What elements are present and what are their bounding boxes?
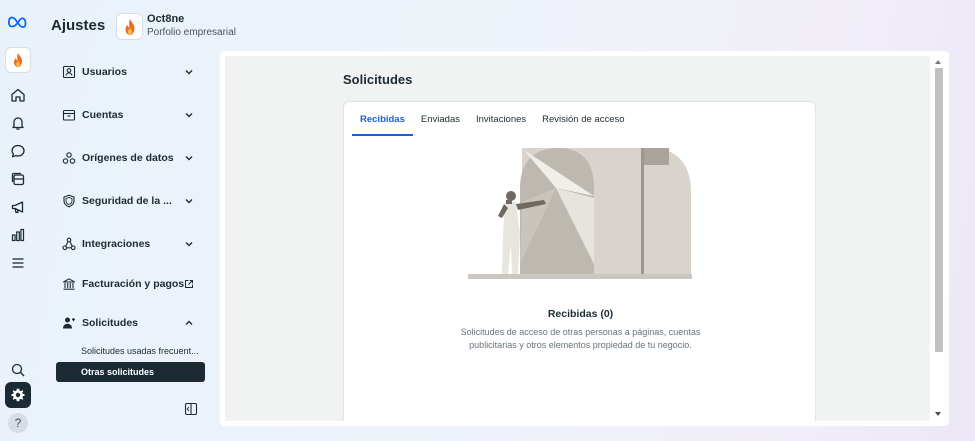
content-button[interactable] bbox=[5, 166, 31, 192]
bell-icon bbox=[12, 117, 24, 130]
gear-icon bbox=[11, 388, 25, 402]
portfolio-name[interactable]: Oct8ne bbox=[147, 13, 184, 25]
tab-invitaciones[interactable]: Invitaciones bbox=[468, 113, 534, 135]
messages-button[interactable] bbox=[5, 138, 31, 164]
bank-icon bbox=[62, 277, 76, 291]
submenu-item-otras-solicitudes[interactable]: Otras solicitudes bbox=[56, 362, 205, 382]
menu-item-facturacion-y-pagos[interactable]: Facturación y pagos bbox=[56, 269, 206, 299]
menu-item-solicitudes[interactable]: Solicitudes bbox=[56, 308, 206, 338]
menu-item-origenes-de-datos[interactable]: Orígenes de datos bbox=[56, 143, 206, 173]
scrollbar[interactable] bbox=[930, 56, 944, 421]
menu-item-label: Orígenes de datos bbox=[82, 152, 174, 164]
flame-icon bbox=[14, 53, 22, 67]
chevron-down-icon bbox=[184, 67, 194, 77]
home-icon bbox=[11, 88, 25, 102]
users-icon bbox=[62, 65, 76, 79]
menu-item-label: Usuarios bbox=[82, 66, 127, 78]
search-button[interactable] bbox=[5, 357, 31, 383]
search-icon bbox=[11, 363, 25, 377]
section-title: Solicitudes bbox=[343, 72, 413, 87]
collapse-sidebar-icon[interactable] bbox=[184, 402, 198, 416]
meta-logo-icon[interactable] bbox=[7, 14, 29, 30]
menu-item-cuentas[interactable]: Cuentas bbox=[56, 100, 206, 130]
stacked-pages-icon bbox=[11, 172, 25, 186]
integrations-icon bbox=[62, 237, 76, 251]
menu-item-usuarios[interactable]: Usuarios bbox=[56, 57, 206, 87]
empty-state-title: Recibidas (0) bbox=[547, 308, 614, 320]
menu-item-integraciones[interactable]: Integraciones bbox=[56, 229, 206, 259]
menu-item-label: Facturación y pagos bbox=[82, 278, 184, 290]
tabs: Recibidas Enviadas Invitaciones Revisión… bbox=[352, 113, 633, 136]
scroll-down-arrow-icon[interactable] bbox=[933, 410, 943, 418]
scroll-up-arrow-icon[interactable] bbox=[933, 58, 943, 66]
empty-state-description: Solicitudes de acceso de otras personas … bbox=[460, 327, 701, 350]
home-button[interactable] bbox=[5, 82, 31, 108]
bar-chart-icon bbox=[11, 228, 25, 242]
menu-item-label: Solicitudes bbox=[82, 317, 139, 329]
scrollbar-thumb[interactable] bbox=[935, 68, 943, 352]
hamburger-menu-icon bbox=[12, 258, 24, 268]
portfolio-avatar[interactable] bbox=[116, 13, 143, 40]
chevron-down-icon bbox=[184, 239, 194, 249]
tab-revision-de-acceso[interactable]: Revisión de acceso bbox=[534, 113, 632, 135]
flame-icon bbox=[125, 18, 134, 35]
external-link-icon bbox=[184, 279, 194, 289]
megaphone-icon bbox=[11, 201, 24, 214]
shield-icon bbox=[62, 194, 76, 208]
ads-button[interactable] bbox=[5, 194, 31, 220]
notifications-button[interactable] bbox=[5, 110, 31, 136]
settings-button[interactable] bbox=[5, 382, 31, 408]
left-rail: ? bbox=[0, 0, 36, 441]
question-mark-icon: ? bbox=[8, 413, 28, 433]
chevron-up-icon bbox=[184, 318, 194, 328]
data-sources-icon bbox=[62, 151, 76, 165]
menu-item-label: Cuentas bbox=[82, 109, 124, 121]
chat-bubble-icon bbox=[11, 144, 25, 158]
all-tools-button[interactable] bbox=[5, 250, 31, 276]
tab-recibidas[interactable]: Recibidas bbox=[352, 113, 413, 136]
chevron-down-icon bbox=[184, 153, 194, 163]
menu-item-seguridad[interactable]: Seguridad de la ... bbox=[56, 186, 206, 216]
main-panel: Solicitudes Recibidas Enviadas Invitacio… bbox=[220, 51, 949, 426]
business-portfolio-button[interactable] bbox=[5, 47, 31, 73]
menu-item-label: Seguridad de la ... bbox=[82, 195, 172, 207]
requests-card: Recibidas Enviadas Invitaciones Revisión… bbox=[343, 101, 816, 421]
submenu-item-solicitudes-frecuentes[interactable]: Solicitudes usadas frecuent... bbox=[56, 341, 205, 361]
chevron-down-icon bbox=[184, 196, 194, 206]
content-area: Solicitudes Recibidas Enviadas Invitacio… bbox=[225, 56, 930, 421]
accounts-icon bbox=[62, 108, 76, 122]
page-title: Ajustes bbox=[51, 17, 106, 34]
insights-button[interactable] bbox=[5, 222, 31, 248]
portfolio-type: Porfolio empresarial bbox=[147, 27, 236, 38]
chevron-down-icon bbox=[184, 110, 194, 120]
requests-icon bbox=[62, 316, 76, 330]
tab-enviadas[interactable]: Enviadas bbox=[413, 113, 468, 135]
help-button[interactable]: ? bbox=[5, 410, 31, 436]
empty-state-illustration bbox=[468, 148, 692, 279]
menu-item-label: Integraciones bbox=[82, 238, 151, 250]
